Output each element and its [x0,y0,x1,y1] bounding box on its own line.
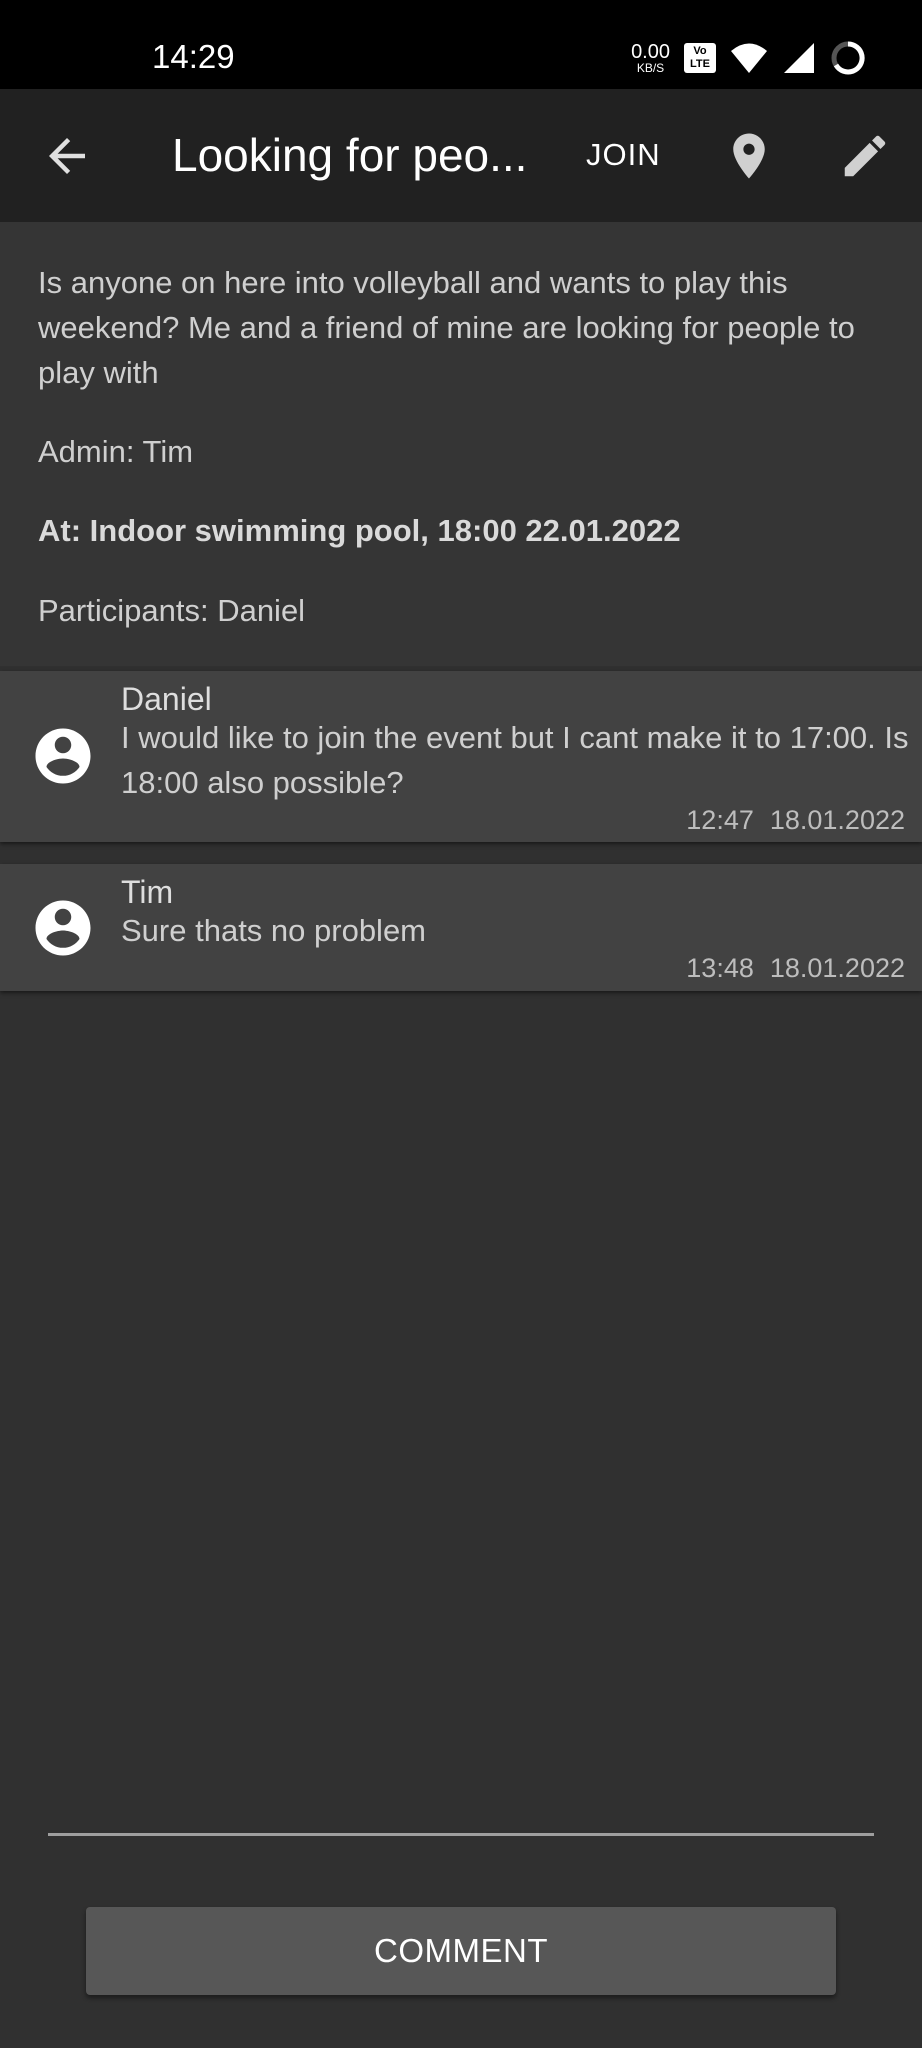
volte-top-label: Vo [693,45,707,57]
network-speed-unit: KB/S [636,61,665,75]
comment-timestamp: 13:48 18.01.2022 [686,953,905,984]
page-title: Looking for peo... [172,129,528,181]
volte-bottom-label: LTE [690,58,710,70]
event-description: Is anyone on here into volleyball and wa… [38,265,855,390]
back-button[interactable] [40,129,94,183]
volte-icon: Vo LTE [684,43,716,73]
status-icons: 0.00 KB/S Vo LTE [631,38,866,78]
signal-icon [784,43,814,73]
event-participants: Participants: Daniel [38,593,306,628]
edit-button[interactable] [838,129,892,183]
event-admin: Admin: Tim [38,434,194,469]
network-speed: 0.00 KB/S [631,42,670,74]
wifi-icon [731,43,767,73]
comment-date: 18.01.2022 [769,805,905,835]
comment-input[interactable] [48,1770,874,1830]
place-icon [733,133,765,179]
back-arrow-icon [49,138,85,174]
edit-icon [844,135,886,177]
comment-card: Daniel I would like to join the event bu… [0,671,922,842]
join-button[interactable]: JOIN [586,137,661,173]
event-details: Is anyone on here into volleyball and wa… [0,222,922,666]
location-button[interactable] [722,129,776,183]
comment-date: 18.01.2022 [769,953,905,983]
app-bar: Looking for peo... JOIN [0,89,922,222]
comment-time: 13:48 [686,953,754,983]
account-avatar-icon [35,728,91,784]
comment-input-underline [48,1833,874,1836]
comment-card: Tim Sure thats no problem 13:48 18.01.202… [0,864,922,991]
battery-ring-icon [831,41,865,75]
event-location: At: Indoor swimming pool, 18:00 22.01.20… [38,513,681,548]
comment-time: 12:47 [686,805,754,835]
comment-author: Tim [121,874,174,910]
status-bar: 14:29 0.00 KB/S Vo LTE [0,0,922,89]
network-speed-value: 0.00 [631,41,670,63]
comment-text: Sure thats no problem [121,913,427,948]
status-time: 14:29 [152,38,235,75]
comment-timestamp: 12:47 18.01.2022 [686,805,905,836]
comment-text: I would like to join the event but I can… [121,720,909,800]
comment-author: Daniel [121,681,212,717]
account-avatar-icon [35,900,91,956]
comment-button[interactable]: COMMENT [86,1907,836,1995]
